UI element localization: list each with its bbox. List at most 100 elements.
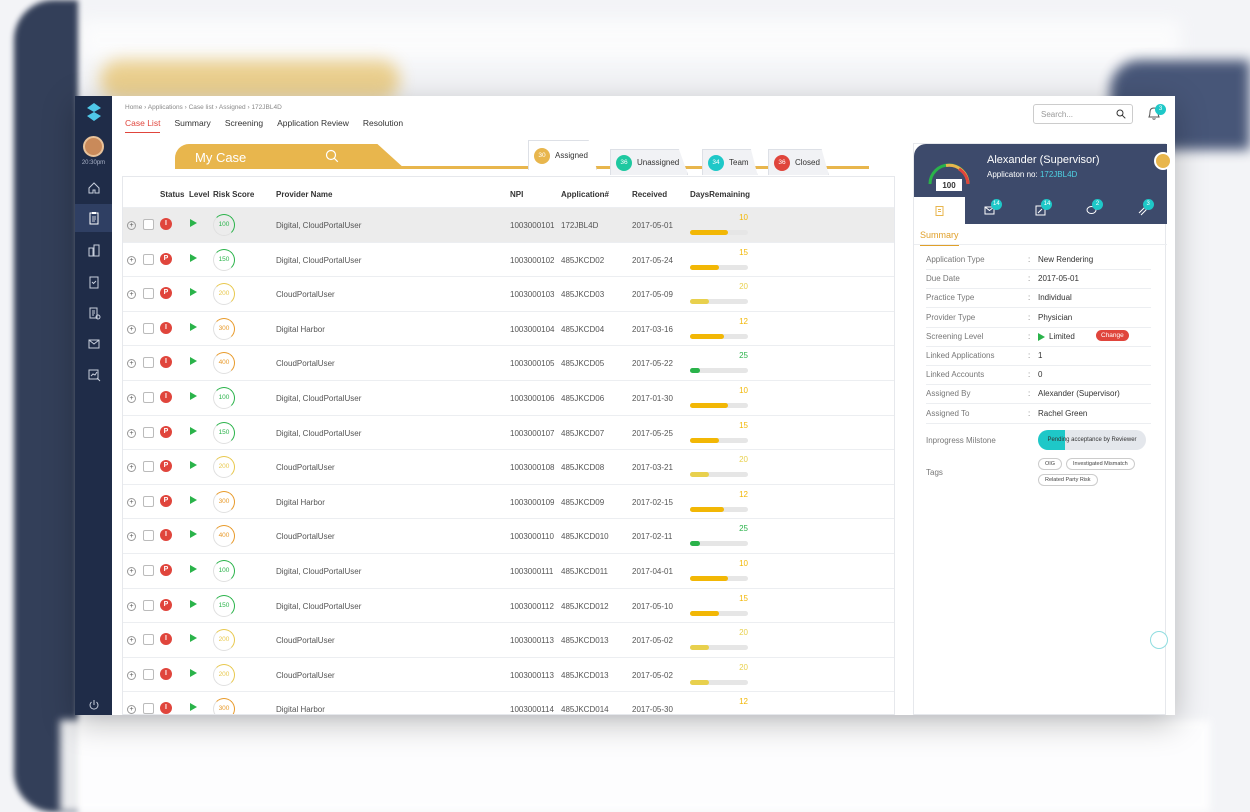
row-checkbox[interactable]: [143, 392, 154, 403]
application-number[interactable]: 485JKCD013: [561, 671, 609, 680]
chat-icon[interactable]: [1150, 631, 1168, 649]
tag-related-party-risk[interactable]: Related Party Risk: [1038, 474, 1098, 486]
document-list-icon[interactable]: [75, 299, 112, 327]
mail-icon[interactable]: [75, 330, 112, 358]
tag-oig[interactable]: OIG: [1038, 458, 1063, 470]
col-application[interactable]: Application#: [561, 190, 609, 199]
breadcrumb[interactable]: Home › Applications › Case list › Assign…: [125, 104, 282, 111]
expand-icon[interactable]: +: [127, 463, 136, 473]
col-level[interactable]: Level: [189, 190, 209, 199]
application-number[interactable]: 485JKCD014: [561, 705, 609, 714]
application-number[interactable]: 485JKCD011: [561, 567, 608, 576]
avatar[interactable]: [83, 136, 104, 157]
expand-icon[interactable]: +: [127, 601, 136, 611]
application-number[interactable]: 485JKCD02: [561, 256, 604, 265]
application-number[interactable]: 485JKCD012: [561, 602, 609, 611]
panel-tab-summary[interactable]: [914, 197, 965, 224]
application-number[interactable]: 172JBL4D: [561, 221, 598, 230]
provider-name[interactable]: Digital Harbor: [276, 705, 325, 714]
table-row[interactable]: + I 400 CloudPortalUser 1003000110 485JKCD010…: [123, 518, 894, 553]
table-row[interactable]: + P 200 CloudPortalUser 1003000103 485JKCD03 2…: [123, 276, 894, 311]
expand-icon[interactable]: +: [127, 324, 136, 334]
provider-name[interactable]: Digital Harbor: [276, 325, 325, 334]
table-row[interactable]: + P 150 Digital, CloudPortalUser 1003000107 4…: [123, 414, 894, 450]
expand-icon[interactable]: +: [127, 394, 136, 403]
expand-icon[interactable]: +: [127, 428, 136, 438]
col-risk-score[interactable]: Risk Score: [213, 190, 254, 199]
row-checkbox[interactable]: [143, 703, 154, 714]
provider-name[interactable]: CloudPortalUser: [276, 671, 335, 680]
panel-tab-edit[interactable]: 14: [1015, 197, 1066, 224]
provider-name[interactable]: CloudPortalUser: [276, 532, 335, 541]
expand-icon[interactable]: +: [127, 359, 136, 369]
filter-tab-closed[interactable]: 36 Closed: [768, 149, 829, 175]
panel-menu-icon[interactable]: [1154, 152, 1172, 170]
filter-tab-team[interactable]: 34 Team: [702, 149, 758, 175]
provider-name[interactable]: Digital, CloudPortalUser: [276, 394, 361, 403]
expand-icon[interactable]: +: [127, 532, 136, 542]
logo-icon[interactable]: [84, 102, 104, 122]
filter-tab-unassigned[interactable]: 36 Unassigned: [610, 149, 689, 175]
buildings-icon[interactable]: [75, 236, 112, 264]
table-row[interactable]: + P 150 Digital, CloudPortalUser 1003000112 4…: [123, 587, 894, 623]
panel-tab-comments[interactable]: 2: [1066, 197, 1117, 224]
search-input[interactable]: Search...: [1033, 104, 1133, 124]
expand-icon[interactable]: +: [127, 290, 136, 300]
application-number[interactable]: 485JKCD04: [561, 325, 604, 334]
checklist-icon[interactable]: [75, 268, 112, 296]
tab-case-list[interactable]: Case List: [125, 118, 161, 133]
table-row[interactable]: + P 100 Digital, CloudPortalUser 1003000111 4…: [123, 553, 894, 588]
change-button[interactable]: Change: [1096, 329, 1129, 341]
row-checkbox[interactable]: [143, 288, 154, 300]
row-checkbox[interactable]: [143, 219, 154, 230]
row-checkbox[interactable]: [143, 599, 154, 611]
table-row[interactable]: + I 300 Digital Harbor 1003000104 485JKCD04 20…: [123, 310, 894, 346]
col-status[interactable]: Status: [160, 190, 184, 199]
application-number[interactable]: 485JKCD05: [561, 359, 604, 368]
table-row[interactable]: + P 300 Digital Harbor 1003000109 485JKCD09 20…: [123, 483, 894, 519]
expand-icon[interactable]: +: [127, 636, 136, 646]
application-number[interactable]: 485JKCD06: [561, 394, 604, 403]
tab-resolution[interactable]: Resolution: [363, 118, 403, 133]
application-number[interactable]: 485JKCD010: [561, 532, 609, 541]
col-npi[interactable]: NPI: [510, 190, 523, 199]
expand-icon[interactable]: +: [127, 670, 136, 680]
expand-icon[interactable]: +: [127, 705, 136, 714]
provider-name[interactable]: CloudPortalUser: [276, 359, 335, 368]
provider-name[interactable]: CloudPortalUser: [276, 636, 335, 645]
col-days-remaining[interactable]: DaysRemaining: [690, 190, 750, 199]
row-checkbox[interactable]: [143, 426, 154, 438]
row-checkbox[interactable]: [143, 668, 154, 680]
expand-icon[interactable]: +: [127, 497, 136, 507]
power-icon[interactable]: [75, 691, 112, 715]
provider-name[interactable]: Digital, CloudPortalUser: [276, 429, 361, 438]
table-row[interactable]: + I 200 CloudPortalUser 1003000113 485JKCD013…: [123, 656, 894, 692]
clipboard-icon[interactable]: [75, 204, 112, 232]
application-number[interactable]: 485JKCD07: [561, 429, 604, 438]
table-row[interactable]: + I 100 Digital, CloudPortalUser 1003000106 4…: [123, 380, 894, 415]
row-checkbox[interactable]: [143, 495, 154, 507]
application-number[interactable]: 485JKCD09: [561, 498, 604, 507]
table-row[interactable]: + P 200 CloudPortalUser 1003000108 485JKCD08 2…: [123, 449, 894, 484]
application-number[interactable]: 485JKCD03: [561, 290, 604, 299]
table-row[interactable]: + I 400 CloudPortalUser 1003000105 485JKCD05 2…: [123, 345, 894, 380]
provider-name[interactable]: CloudPortalUser: [276, 463, 335, 472]
row-checkbox[interactable]: [143, 634, 154, 646]
col-provider-name[interactable]: Provider Name: [276, 190, 332, 199]
row-checkbox[interactable]: [143, 530, 154, 542]
expand-icon[interactable]: +: [127, 567, 136, 576]
provider-name[interactable]: Digital, CloudPortalUser: [276, 221, 361, 230]
row-checkbox[interactable]: [143, 322, 154, 334]
tag-investigated-mismatch[interactable]: Investigated Mismatch: [1066, 458, 1135, 470]
mycase-search-icon[interactable]: [325, 149, 339, 163]
table-row[interactable]: + P 150 Digital, CloudPortalUser 1003000102 4…: [123, 241, 894, 277]
provider-name[interactable]: Digital, CloudPortalUser: [276, 256, 361, 265]
provider-name[interactable]: CloudPortalUser: [276, 290, 335, 299]
tab-application-review[interactable]: Application Review: [277, 118, 349, 133]
expand-icon[interactable]: +: [127, 221, 136, 230]
application-number[interactable]: 485JKCD08: [561, 463, 604, 472]
row-checkbox[interactable]: [143, 357, 154, 369]
row-checkbox[interactable]: [143, 253, 154, 265]
provider-name[interactable]: Digital Harbor: [276, 498, 325, 507]
filter-tab-assigned[interactable]: 30 Assigned: [528, 140, 597, 170]
